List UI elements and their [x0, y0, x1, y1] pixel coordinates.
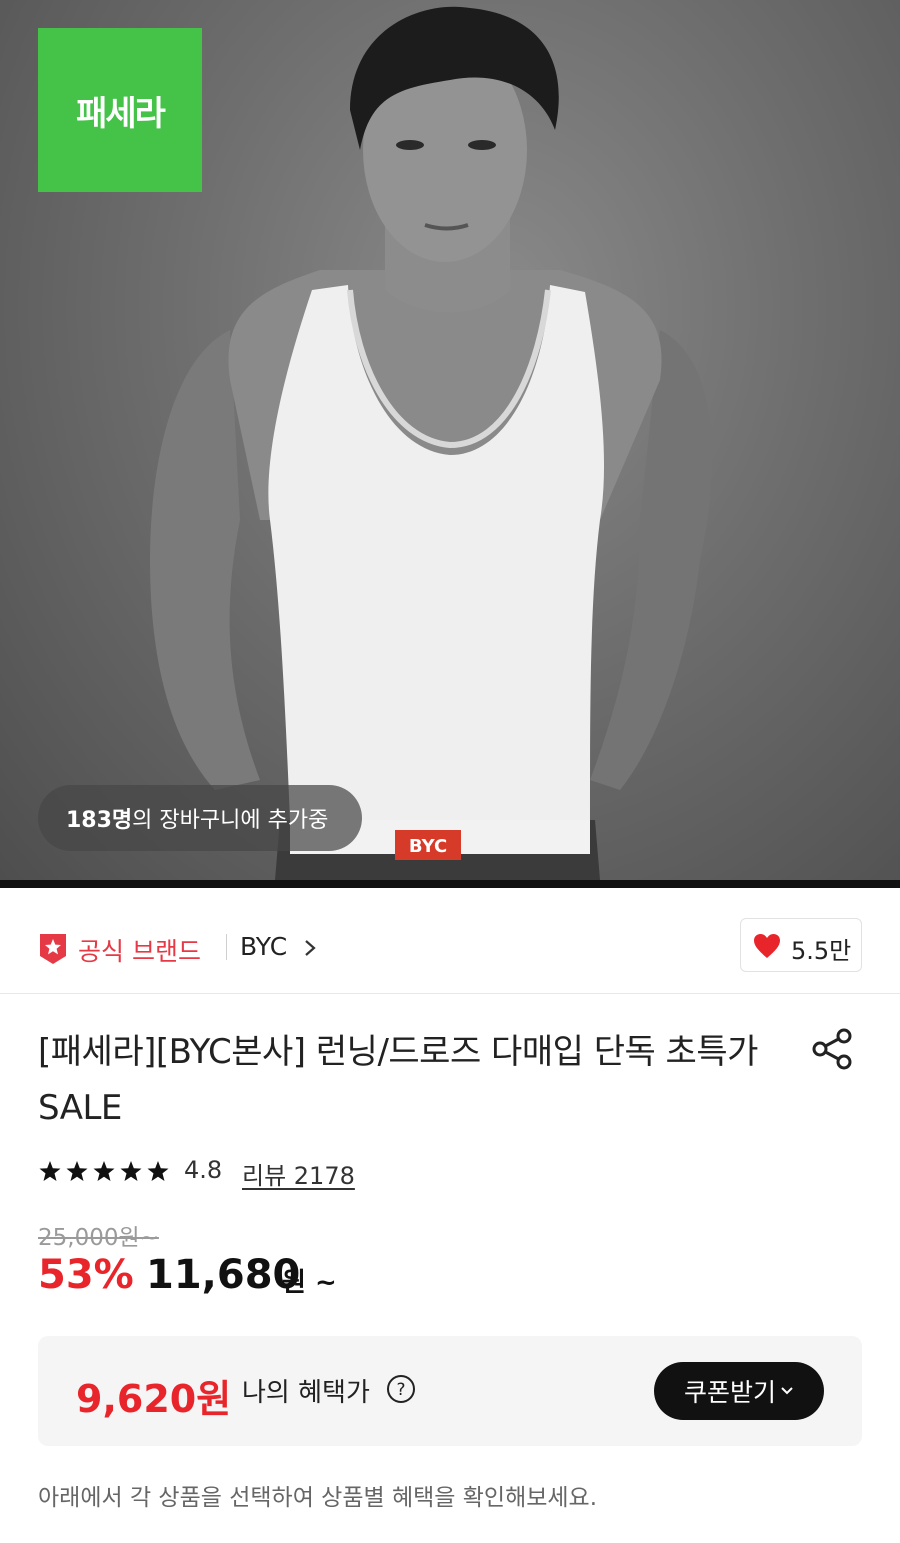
- benefit-price: 9,620원: [76, 1377, 232, 1421]
- chevron-down-icon: [781, 1387, 793, 1395]
- get-coupon-button[interactable]: 쿠폰받기: [654, 1362, 824, 1420]
- svg-text:?: ?: [396, 1380, 405, 1400]
- sale-price: 11,680: [146, 1252, 301, 1298]
- rating-score: 4.8: [184, 1156, 223, 1184]
- star-rating-icon: [39, 1161, 169, 1181]
- like-count: 5.5만: [791, 937, 852, 965]
- product-title: [패세라][BYC본사] 런닝/드로즈 다매입 단독 초특가 SALE: [38, 1032, 758, 1128]
- store-logo-text: 패세라: [76, 93, 166, 134]
- discount-rate: 53%: [38, 1252, 134, 1298]
- benefit-label: 나의 혜택가: [242, 1378, 370, 1408]
- benefit-notice-text: 아래에서 각 상품을 선택하여 상품별 혜택을 확인해보세요.: [38, 1485, 598, 1511]
- brand-row: 공식 브랜드 BYC 5.5만: [0, 888, 900, 994]
- cart-text: 의 장바구니에 추가중: [132, 808, 329, 833]
- help-question-icon[interactable]: ?: [386, 1374, 416, 1404]
- official-brand-label: 공식 브랜드: [78, 937, 201, 966]
- chevron-right-icon[interactable]: [303, 939, 317, 957]
- brand-link[interactable]: BYC: [240, 932, 287, 961]
- cart-count: 183명: [66, 808, 133, 833]
- coupon-button-label: 쿠폰받기: [683, 1378, 776, 1407]
- heart-icon: [754, 934, 780, 958]
- product-hero-image[interactable]: BYC 패세라 183명 의 장바구니에 추가중: [0, 0, 900, 880]
- review-count-link[interactable]: 리뷰 2178: [242, 1156, 355, 1191]
- original-price: 25,000원~: [38, 1225, 159, 1251]
- image-carousel-indicator: [0, 880, 900, 888]
- waistband-logo-text: BYC: [409, 836, 447, 857]
- like-button[interactable]: 5.5만: [740, 918, 862, 972]
- brand-divider: [226, 934, 227, 960]
- cart-activity-pill: 183명 의 장바구니에 추가중: [38, 785, 362, 851]
- official-brand-badge-icon: [40, 934, 66, 964]
- share-icon[interactable]: [810, 1026, 856, 1072]
- benefit-price-box: 9,620원 나의 혜택가 ? 쿠폰받기: [38, 1336, 862, 1446]
- store-logo: 패세라: [38, 28, 202, 192]
- sale-price-suffix: 원 ~: [282, 1268, 337, 1298]
